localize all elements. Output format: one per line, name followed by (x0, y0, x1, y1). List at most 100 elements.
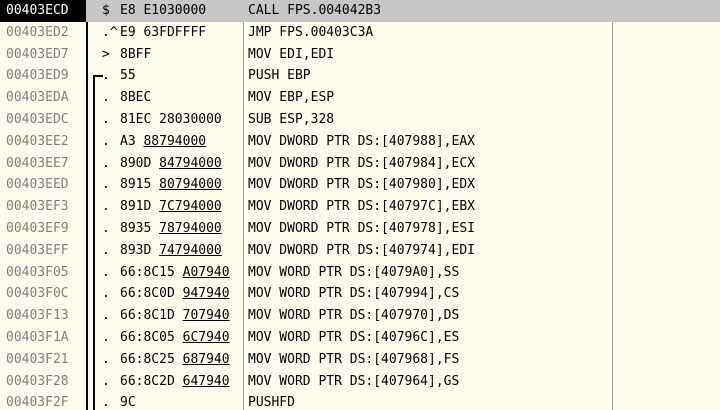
instruction-cell[interactable]: JMP FPS.00403C3A (246, 22, 612, 44)
address-cell[interactable]: 00403ED9 (0, 65, 86, 87)
address-cell[interactable]: 00403F21 (0, 349, 86, 371)
disasm-row[interactable]: 00403EED . 8915 80794000 MOV DWORD PTR DS:[… (0, 174, 720, 196)
comment-cell[interactable] (614, 44, 720, 66)
instruction-cell[interactable]: MOV WORD PTR DS:[407964],GS (246, 371, 612, 393)
address-cell[interactable]: 00403EE2 (0, 131, 86, 153)
hex-bytes-cell[interactable]: . 66:8C2D 647940 (100, 371, 242, 393)
comment-cell[interactable] (614, 392, 720, 410)
disasm-row[interactable]: 00403F13 . 66:8C1D 707940 MOV WORD PTR DS:[… (0, 305, 720, 327)
comment-cell[interactable] (614, 22, 720, 44)
address-cell[interactable]: 00403ECD (0, 0, 86, 22)
operand-bytes-link[interactable]: 707940 (183, 308, 230, 323)
operand-bytes-link[interactable]: 74794000 (159, 243, 222, 258)
hex-bytes-cell[interactable]: . 890D 84794000 (100, 153, 242, 175)
comment-cell[interactable] (614, 240, 720, 262)
address-cell[interactable]: 00403EFF (0, 240, 86, 262)
instruction-cell[interactable]: SUB ESP,328 (246, 109, 612, 131)
address-cell[interactable]: 00403EDA (0, 87, 86, 109)
hex-bytes-cell[interactable]: . 66:8C0D 947940 (100, 283, 242, 305)
operand-bytes-link[interactable]: 84794000 (159, 156, 222, 171)
operand-bytes-link[interactable]: 947940 (183, 286, 230, 301)
disasm-row[interactable]: 00403F2F . 9C PUSHFD (0, 392, 720, 410)
hex-bytes-cell[interactable]: $ E8 E1030000 (100, 0, 242, 22)
operand-bytes-link[interactable]: 687940 (183, 352, 230, 367)
instruction-cell[interactable]: MOV DWORD PTR DS:[407988],EAX (246, 131, 612, 153)
operand-bytes-link[interactable]: 78794000 (159, 221, 222, 236)
operand-bytes-link[interactable]: 6C7940 (183, 330, 230, 345)
comment-cell[interactable] (614, 65, 720, 87)
hex-bytes-cell[interactable]: . 8935 78794000 (100, 218, 242, 240)
comment-cell[interactable] (614, 305, 720, 327)
disasm-row[interactable]: 00403ED7 >8BFF MOV EDI,EDI (0, 44, 720, 66)
operand-bytes-link[interactable]: 80794000 (159, 177, 222, 192)
address-cell[interactable]: 00403EED (0, 174, 86, 196)
disasm-row[interactable]: 00403EDC . 81EC 28030000 SUB ESP,328 (0, 109, 720, 131)
address-cell[interactable]: 00403ED2 (0, 22, 86, 44)
hex-bytes-cell[interactable]: . 55 (100, 65, 242, 87)
disasm-row[interactable]: 00403ECD $ E8 E1030000 CALL FPS.004042B3 (0, 0, 720, 22)
hex-bytes-cell[interactable]: . 891D 7C794000 (100, 196, 242, 218)
hex-bytes-cell[interactable]: . 8915 80794000 (100, 174, 242, 196)
instruction-cell[interactable]: MOV EDI,EDI (246, 44, 612, 66)
instruction-cell[interactable]: MOV WORD PTR DS:[40796C],ES (246, 327, 612, 349)
address-cell[interactable]: 00403EF3 (0, 196, 86, 218)
address-cell[interactable]: 00403F2F (0, 392, 86, 410)
instruction-cell[interactable]: MOV EBP,ESP (246, 87, 612, 109)
disasm-row[interactable]: 00403EFF . 893D 74794000 MOV DWORD PTR DS:[… (0, 240, 720, 262)
comment-cell[interactable] (614, 218, 720, 240)
comment-cell[interactable] (614, 0, 720, 22)
instruction-cell[interactable]: PUSH EBP (246, 65, 612, 87)
disasm-row[interactable]: 00403F21 . 66:8C25 687940 MOV WORD PTR DS:[… (0, 349, 720, 371)
instruction-cell[interactable]: MOV WORD PTR DS:[4079A0],SS (246, 262, 612, 284)
comment-cell[interactable] (614, 109, 720, 131)
disasm-row[interactable]: 00403F0C . 66:8C0D 947940 MOV WORD PTR DS:[… (0, 283, 720, 305)
disasm-row[interactable]: 00403EF3. 891D 7C794000 MOV DWORD PTR DS:[… (0, 196, 720, 218)
instruction-cell[interactable]: MOV DWORD PTR DS:[407978],ESI (246, 218, 612, 240)
comment-cell[interactable] (614, 262, 720, 284)
comment-cell[interactable] (614, 196, 720, 218)
instruction-cell[interactable]: MOV WORD PTR DS:[407968],FS (246, 349, 612, 371)
address-cell[interactable]: 00403F13 (0, 305, 86, 327)
address-cell[interactable]: 00403F1A (0, 327, 86, 349)
hex-bytes-cell[interactable]: . 893D 74794000 (100, 240, 242, 262)
disasm-row[interactable]: 00403F1A . 66:8C05 6C7940 MOV WORD PTR DS:[… (0, 327, 720, 349)
address-cell[interactable]: 00403F28 (0, 371, 86, 393)
hex-bytes-cell[interactable]: . 81EC 28030000 (100, 109, 242, 131)
disasm-row[interactable]: 00403ED9 . 55 PUSH EBP (0, 65, 720, 87)
hex-bytes-cell[interactable]: . 9C (100, 392, 242, 410)
comment-cell[interactable] (614, 131, 720, 153)
address-cell[interactable]: 00403F0C (0, 283, 86, 305)
disasm-row[interactable]: 00403EF9. 8935 78794000 MOV DWORD PTR DS:[… (0, 218, 720, 240)
instruction-cell[interactable]: MOV DWORD PTR DS:[407984],ECX (246, 153, 612, 175)
operand-bytes-link[interactable]: A07940 (183, 265, 230, 280)
hex-bytes-cell[interactable]: . 8BEC (100, 87, 242, 109)
instruction-cell[interactable]: MOV DWORD PTR DS:[407974],EDI (246, 240, 612, 262)
instruction-cell[interactable]: MOV DWORD PTR DS:[407980],EDX (246, 174, 612, 196)
hex-bytes-cell[interactable]: . A3 88794000 (100, 131, 242, 153)
disasm-row[interactable]: 00403EE2 . A3 88794000 MOV DWORD PTR DS:[40… (0, 131, 720, 153)
hex-bytes-cell[interactable]: .^ E9 63FDFFFF (100, 22, 242, 44)
operand-bytes-link[interactable]: 647940 (183, 374, 230, 389)
disassembly-pane[interactable]: 00403ECD $ E8 E1030000 CALL FPS.004042B3 004… (0, 0, 720, 410)
comment-cell[interactable] (614, 371, 720, 393)
disasm-row[interactable]: 00403EE7. 890D 84794000 MOV DWORD PTR DS:[… (0, 153, 720, 175)
disasm-row[interactable]: 00403F28 . 66:8C2D 647940 MOV WORD PTR DS:[… (0, 371, 720, 393)
comment-cell[interactable] (614, 174, 720, 196)
comment-cell[interactable] (614, 327, 720, 349)
hex-bytes-cell[interactable]: . 66:8C05 6C7940 (100, 327, 242, 349)
hex-bytes-cell[interactable]: . 66:8C15 A07940 (100, 262, 242, 284)
address-cell[interactable]: 00403ED7 (0, 44, 86, 66)
address-cell[interactable]: 00403F05 (0, 262, 86, 284)
instruction-cell[interactable]: CALL FPS.004042B3 (246, 0, 612, 22)
instruction-cell[interactable]: MOV WORD PTR DS:[407994],CS (246, 283, 612, 305)
disasm-row[interactable]: 00403EDA . 8BEC MOV EBP,ESP (0, 87, 720, 109)
instruction-cell[interactable]: MOV WORD PTR DS:[407970],DS (246, 305, 612, 327)
hex-bytes-cell[interactable]: . 66:8C25 687940 (100, 349, 242, 371)
disasm-row[interactable]: 00403ED2 .^ E9 63FDFFFF JMP FPS.00403C3A (0, 22, 720, 44)
address-cell[interactable]: 00403EDC (0, 109, 86, 131)
comment-cell[interactable] (614, 87, 720, 109)
comment-cell[interactable] (614, 153, 720, 175)
instruction-cell[interactable]: PUSHFD (246, 392, 612, 410)
hex-bytes-cell[interactable]: . 66:8C1D 707940 (100, 305, 242, 327)
hex-bytes-cell[interactable]: >8BFF (100, 44, 242, 66)
